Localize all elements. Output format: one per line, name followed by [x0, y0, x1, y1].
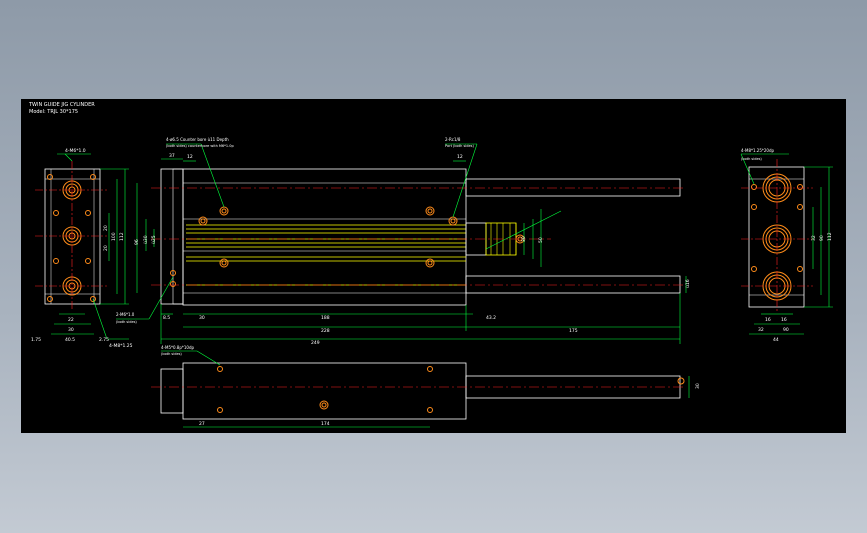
dim-front-96: 96	[134, 239, 140, 245]
dim-left-v20a: 20	[103, 225, 109, 231]
note-counterbore: 4-ø6.5 Counter bore ù11 Depth	[166, 137, 229, 142]
cad-drawing-sheet: TWIN GUIDE JIG CYLINDER Model: TRJL 30*1…	[21, 99, 846, 433]
right-end-view: 4-M8*1.25*20dp (both sides) 16 16 32 90 …	[740, 148, 833, 343]
note-right-holes: 4-M8*1.25*20dp	[741, 148, 775, 153]
note-bottom-holes-left-sub: (both sides)	[116, 320, 137, 324]
dim-front-d30: ù30	[142, 235, 149, 244]
dim-front-side50: 50	[538, 237, 544, 243]
dim-front-188: 188	[321, 315, 330, 321]
dim-front-228: 228	[321, 328, 330, 334]
note-bottom-view-holes: 4-M5*0.8p*10dp	[161, 345, 195, 350]
dim-left-22: 22	[68, 317, 74, 323]
front-view: 4-ø6.5 Counter bore ù11 Depth (both side…	[116, 137, 691, 346]
note-bottom-view-sub: (both sides)	[161, 352, 182, 356]
dim-right-v32: 32	[811, 235, 817, 241]
dim-front-249: 249	[311, 340, 320, 346]
dim-left-275: 2.75	[99, 337, 109, 343]
dim-right-32: 32	[758, 327, 764, 333]
note-port: 2-Rc1/8	[445, 137, 461, 142]
dim-left-175: 1.75	[31, 337, 41, 343]
dim-bottom-27: 27	[199, 421, 205, 427]
dim-left-v100: 100	[111, 232, 117, 241]
drawing-title: TWIN GUIDE JIG CYLINDER	[28, 102, 95, 108]
dim-left-40: 40.5	[65, 337, 75, 343]
dim-front-175: 175	[569, 328, 578, 334]
dim-front-d25: ù25	[150, 235, 157, 244]
note-right-holes-sub: (both sides)	[741, 157, 762, 161]
dim-right-16b: 16	[781, 317, 787, 323]
dim-left-30: 30	[68, 327, 74, 333]
cad-drawing: TWIN GUIDE JIG CYLINDER Model: TRJL 30*1…	[28, 102, 833, 428]
note-bottom-holes: 4-M8*1.25	[109, 343, 133, 349]
note-port-sub: Port (both sides)	[445, 144, 474, 148]
dim-front-12b: 12	[457, 154, 463, 160]
dim-front-12a: 12	[187, 154, 193, 160]
dim-bottom-174: 174	[321, 421, 330, 427]
dim-front-8: 8.5	[163, 315, 170, 321]
dim-left-v20b: 20	[103, 245, 109, 251]
bottom-view: 4-M5*0.8p*10dp (both sides) 27 174 30	[151, 345, 701, 428]
dim-front-side30: 30	[521, 236, 527, 242]
drawing-model: Model: TRJL 30*175	[29, 109, 78, 115]
dim-right-16a: 16	[765, 317, 771, 323]
dim-right-v90: 90	[819, 235, 825, 241]
dim-right-90: 90	[783, 327, 789, 333]
note-counterbore-sub: (both sides) counterbore with M6*1.0p	[166, 144, 234, 148]
dim-right-44: 44	[773, 337, 779, 343]
dim-front-d16: ù16	[684, 279, 691, 288]
dim-front-43: 43.2	[486, 315, 496, 321]
note-front-holes: 4-M6*1.0	[65, 148, 86, 154]
note-bottom-holes-left: 2-M6*1.0	[116, 312, 135, 317]
dim-front-30: 30	[199, 315, 205, 321]
dim-left-v112: 112	[119, 232, 125, 241]
dim-front-37: 37	[169, 153, 175, 159]
dim-bottom-30: 30	[695, 383, 701, 389]
dim-right-v112: 112	[827, 232, 833, 241]
